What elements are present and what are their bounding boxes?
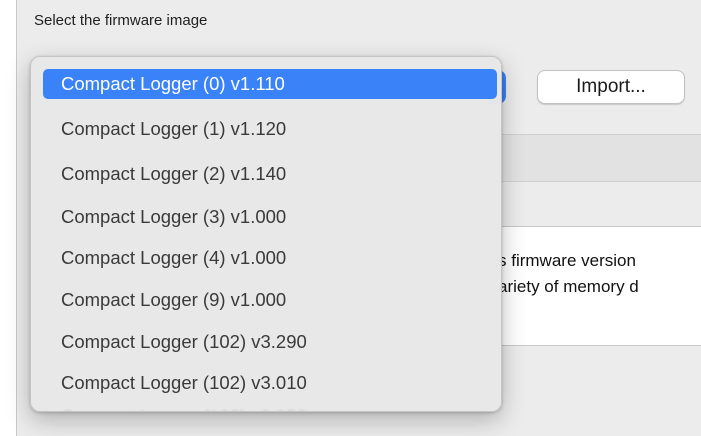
menu-item-compact-logger-102-v3010[interactable]: Compact Logger (102) v3.010 (43, 368, 497, 398)
description-line: ariety of memory d (498, 277, 639, 296)
firmware-dialog: Select the firmware image Import... s fi… (0, 0, 701, 436)
menu-item-compact-logger-3[interactable]: Compact Logger (3) v1.000 (43, 202, 497, 232)
description-line: s firmware version (498, 251, 636, 270)
section-label: Select the firmware image (34, 12, 208, 29)
menu-item-compact-logger-2[interactable]: Compact Logger (2) v1.140 (43, 159, 497, 189)
menu-item-compact-logger-9[interactable]: Compact Logger (9) v1.000 (43, 285, 497, 315)
firmware-dropdown-menu[interactable]: Compact Logger (0) v1.110 Compact Logger… (30, 56, 502, 412)
menu-item-compact-logger-102-v3290[interactable]: Compact Logger (102) v3.290 (43, 327, 497, 357)
import-button[interactable]: Import... (537, 70, 685, 104)
tab-strip (480, 134, 701, 182)
menu-item-compact-logger-4[interactable]: Compact Logger (4) v1.000 (43, 243, 497, 273)
firmware-description-box: s firmware version ariety of memory d (480, 226, 701, 346)
menu-item-partially-hidden: Compact Logger (102) v2.950 (43, 403, 497, 411)
menu-item-compact-logger-1[interactable]: Compact Logger (1) v1.120 (43, 114, 497, 144)
menu-item-compact-logger-0[interactable]: Compact Logger (0) v1.110 (43, 69, 497, 99)
